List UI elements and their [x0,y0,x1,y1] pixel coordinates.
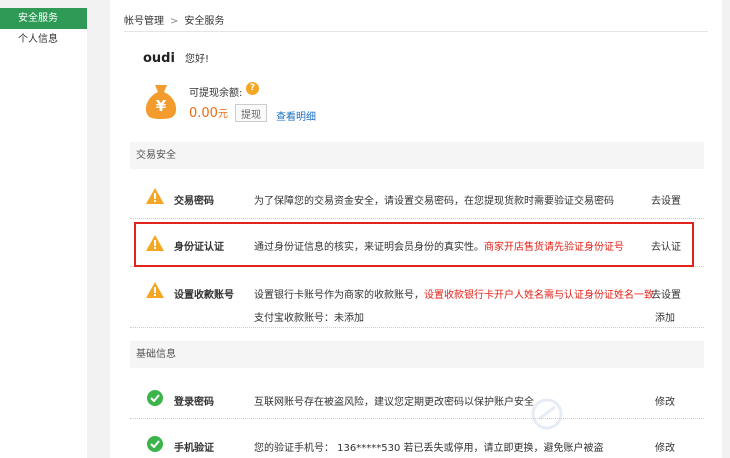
sidebar-item-personal-info[interactable]: 个人信息 [0,29,87,50]
item-desc-phone-verification: 您的验证手机号： 136*****530 若已丢失或停用，请立即更换，避免账户被… [254,443,604,454]
withdraw-button[interactable]: 提现 [235,104,267,122]
payee-account-notice: 设置收款银行卡开户人姓名需与认证身份证姓名一致 [424,290,654,301]
breadcrumb-parent[interactable]: 帐号管理 [124,16,164,27]
divider [130,218,704,219]
breadcrumb: 帐号管理 > 安全服务 [124,12,224,27]
breadcrumb-current: 安全服务 [184,16,225,27]
item-name-payee-account: 设置收款账号 [174,290,234,301]
change-phone-link[interactable]: 修改 [655,439,675,454]
breadcrumb-separator: > [170,16,179,27]
watermark-icon [531,398,563,430]
set-trade-password-link[interactable]: 去设置 [651,192,681,207]
sidebar: 安全服务 个人信息 [0,8,87,458]
item-name-phone-verification: 手机验证 [174,443,214,454]
money-bag-icon: ¥ [145,85,177,119]
highlight-box [134,222,694,267]
item-name-trade-password: 交易密码 [174,196,214,207]
item-desc-login-password: 互联网账号存在被盗风险，建议您定期更改密码以保护账户安全 [254,397,534,408]
user-name: oudi [143,51,175,66]
section-basic-info: 基础信息 [130,341,704,368]
check-icon [147,390,163,406]
divider [130,327,704,328]
breadcrumb-divider [124,31,708,32]
add-alipay-account-link[interactable]: 添加 [655,309,675,324]
warning-icon [146,282,164,298]
item-desc-payee-account: 设置银行卡账号作为商家的收款账号，设置收款银行卡开户人姓名需与认证身份证姓名一致 [254,290,654,301]
view-details-link[interactable]: 查看明细 [276,108,316,123]
item-desc-trade-password: 为了保障您的交易资金安全，请设置交易密码，在您提现货款时需要验证交易密码 [254,196,614,207]
balance-amount: 0.00元 [189,106,228,121]
question-icon[interactable]: ? [246,82,259,95]
balance-unit: 元 [217,109,228,120]
set-payee-account-link[interactable]: 去设置 [651,286,681,301]
balance-label: 可提现余额: [189,88,243,99]
section-trade-security: 交易安全 [130,142,704,169]
greeting: oudi 您好! [143,50,209,66]
item-name-login-password: 登录密码 [174,397,214,408]
sidebar-item-security-service[interactable]: 安全服务 [0,8,87,29]
greeting-text: 您好! [184,54,209,65]
check-icon [147,436,163,452]
alipay-account-status: 支付宝收款账号：未添加 [254,313,364,324]
watermark-logo [530,395,710,435]
warning-icon [146,188,164,204]
svg-text:¥: ¥ [156,97,167,115]
